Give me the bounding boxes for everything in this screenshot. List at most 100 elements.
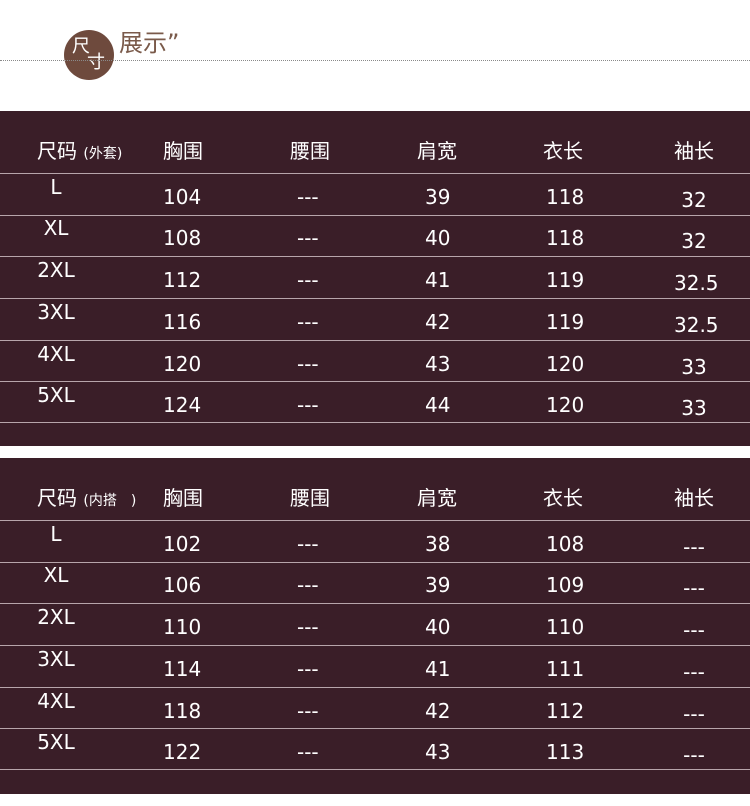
cell-size: XL [43,216,69,240]
header-size-label: 尺码 [37,139,77,163]
cell-size: 2XL [37,258,75,282]
cell-sleeve: --- [683,702,705,726]
cell-length: 120 [546,352,585,376]
cell-length: 112 [546,699,585,723]
cell-shoulder: 38 [425,532,451,556]
cell-waist: --- [297,532,319,556]
header-shoulder: 肩宽 [417,486,457,510]
dotted-divider [0,60,750,61]
header-sleeve: 袖长 [674,139,714,163]
cell-waist: --- [297,393,319,417]
cell-sleeve: 33 [681,355,707,379]
cell-chest: 102 [163,532,202,556]
cell-length: 120 [546,393,585,417]
header-chest: 胸围 [163,486,203,510]
cell-chest: 118 [163,699,202,723]
cell-shoulder: 44 [425,393,451,417]
table-header-row: 尺码 (内搭 ) 胸围 腰围 肩宽 衣长 袖长 [0,478,750,519]
cell-waist: --- [297,268,319,292]
row-divider [0,173,750,174]
cell-sleeve: 33 [681,396,707,420]
table-row: 3XL 114 --- 41 111 --- [0,647,750,690]
cell-shoulder: 43 [425,352,451,376]
header-size: 尺码 (外套) [37,131,157,171]
cell-size: 4XL [37,342,75,366]
cell-waist: --- [297,310,319,334]
size-table-innerwear: 尺码 (内搭 ) 胸围 腰围 肩宽 衣长 袖长 L 102 --- 38 108 --- XL 106 --… [0,458,750,794]
cell-waist: --- [297,615,319,639]
header-sleeve: 袖长 [674,486,714,510]
page-header: 尺 寸 展示” [0,0,750,100]
cell-shoulder: 42 [425,310,451,334]
cell-length: 119 [546,268,585,292]
cell-chest: 108 [163,226,202,250]
cell-chest: 120 [163,352,202,376]
cell-chest: 114 [163,657,202,681]
cell-length: 118 [546,185,585,209]
table-row: L 104 --- 39 118 32 [0,175,750,218]
cell-chest: 110 [163,615,202,639]
cell-chest: 106 [163,573,202,597]
cell-length: 119 [546,310,585,334]
cell-waist: --- [297,185,319,209]
table-row: 4XL 120 --- 43 120 33 [0,342,750,385]
cell-sleeve: 32.5 [674,271,719,295]
cell-sleeve: --- [683,618,705,642]
cell-length: 118 [546,226,585,250]
cell-chest: 122 [163,740,202,764]
header-size-sub: (外套) [83,146,123,162]
cell-waist: --- [297,699,319,723]
cell-size: L [50,175,62,199]
header-length: 衣长 [543,139,583,163]
cell-chest: 112 [163,268,202,292]
cell-shoulder: 40 [425,615,451,639]
cell-size: 5XL [37,730,75,754]
cell-size: 2XL [37,605,75,629]
cell-sleeve: --- [683,743,705,767]
table-row: 4XL 118 --- 42 112 --- [0,689,750,732]
header-shoulder: 肩宽 [417,139,457,163]
table-row: 3XL 116 --- 42 119 32.5 [0,300,750,343]
table-row: 5XL 124 --- 44 120 33 [0,383,750,426]
table-header-row: 尺码 (外套) 胸围 腰围 肩宽 衣长 袖长 [0,131,750,172]
header-chest: 胸围 [163,139,203,163]
cell-sleeve: 32 [681,188,707,212]
cell-sleeve: --- [683,576,705,600]
cell-waist: --- [297,573,319,597]
header-size-label: 尺码 [37,486,77,510]
cell-size: L [50,522,62,546]
cell-waist: --- [297,226,319,250]
cell-chest: 104 [163,185,202,209]
header-size: 尺码 (内搭 ) [37,478,157,518]
cell-shoulder: 39 [425,185,451,209]
cell-waist: --- [297,657,319,681]
table-row: 2XL 110 --- 40 110 --- [0,605,750,648]
cell-shoulder: 41 [425,657,451,681]
cell-length: 113 [546,740,585,764]
cell-waist: --- [297,740,319,764]
cell-length: 108 [546,532,585,556]
cell-shoulder: 40 [425,226,451,250]
cell-shoulder: 41 [425,268,451,292]
cell-sleeve: 32 [681,229,707,253]
size-table-outerwear: 尺码 (外套) 胸围 腰围 肩宽 衣长 袖长 L 104 --- 39 118 32 XL 108 --- 4… [0,111,750,446]
table-row: XL 108 --- 40 118 32 [0,216,750,259]
cell-size: 4XL [37,689,75,713]
cell-length: 111 [546,657,585,681]
table-row: L 102 --- 38 108 --- [0,522,750,565]
cell-chest: 116 [163,310,202,334]
table-row: XL 106 --- 39 109 --- [0,563,750,606]
row-divider [0,520,750,521]
size-badge: 尺 寸 [64,30,114,80]
cell-sleeve: 32.5 [674,313,719,337]
cell-shoulder: 42 [425,699,451,723]
badge-char-2: 寸 [87,52,105,73]
cell-length: 109 [546,573,585,597]
cell-size: 3XL [37,300,75,324]
cell-waist: --- [297,352,319,376]
header-waist: 腰围 [290,486,330,510]
header-length: 衣长 [543,486,583,510]
cell-shoulder: 39 [425,573,451,597]
cell-sleeve: --- [683,535,705,559]
cell-shoulder: 43 [425,740,451,764]
